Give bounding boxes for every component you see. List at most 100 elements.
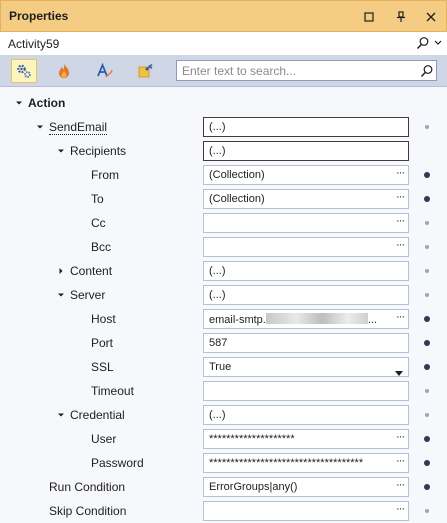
value-marker[interactable] <box>424 196 430 202</box>
value-field-server[interactable]: (...) <box>203 285 409 305</box>
property-label: Content <box>70 264 113 278</box>
property-label: Timeout <box>91 384 134 398</box>
search-icon[interactable] <box>420 64 434 78</box>
value-marker[interactable] <box>424 364 430 370</box>
value-field-host[interactable]: email-smtp.... ··· <box>203 309 409 329</box>
value-marker[interactable] <box>424 460 430 466</box>
property-label: Host <box>91 312 116 326</box>
value-text: (...) <box>209 265 226 277</box>
host-suffix: ... <box>367 314 378 326</box>
default-value-marker[interactable] <box>425 221 429 225</box>
chevron-down-icon[interactable] <box>433 36 443 50</box>
ellipsis-button[interactable]: ··· <box>396 239 405 251</box>
value-field-port[interactable]: 587 <box>203 333 409 353</box>
value-field-bcc[interactable]: ··· <box>203 237 409 257</box>
default-value-marker[interactable] <box>425 509 429 513</box>
value-marker[interactable] <box>424 484 430 490</box>
value-marker[interactable] <box>424 316 430 322</box>
events-fire-icon[interactable] <box>51 59 77 83</box>
value-text: 587 <box>209 337 228 349</box>
properties-gear-icon[interactable] <box>11 59 37 83</box>
value-field-to[interactable]: (Collection) ··· <box>203 189 409 209</box>
property-row-server[interactable]: Server (...) <box>0 283 447 307</box>
expand-arrow-icon[interactable] <box>55 264 67 278</box>
value-field-recipients[interactable]: (...) <box>203 141 409 161</box>
property-row-bcc[interactable]: Bcc ··· <box>0 235 447 259</box>
ellipsis-button[interactable]: ··· <box>396 431 405 443</box>
value-field-sendemail[interactable]: (...) <box>203 117 409 137</box>
ellipsis-button[interactable]: ··· <box>396 479 405 491</box>
default-value-marker[interactable] <box>425 389 429 393</box>
property-row-to[interactable]: To (Collection) ··· <box>0 187 447 211</box>
value-field-password[interactable]: ************************************ ··· <box>203 453 409 473</box>
pin-note-icon[interactable] <box>133 59 159 83</box>
value-marker[interactable] <box>424 340 430 346</box>
value-text: (Collection) <box>209 193 265 205</box>
object-name: Activity59 <box>8 37 60 51</box>
default-value-marker[interactable] <box>425 269 429 273</box>
maximize-icon[interactable] <box>359 7 379 27</box>
value-field-skip-condition[interactable]: ··· <box>203 501 409 521</box>
pin-icon[interactable] <box>391 7 411 27</box>
property-row-user[interactable]: User ******************** ··· <box>0 427 447 451</box>
expand-arrow-icon[interactable] <box>55 288 67 302</box>
default-value-marker[interactable] <box>425 125 429 129</box>
property-label: SSL <box>91 360 114 374</box>
expand-arrow-icon[interactable] <box>13 96 25 110</box>
property-label: Cc <box>91 216 106 230</box>
expand-arrow-icon[interactable] <box>55 408 67 422</box>
property-row-timeout[interactable]: Timeout <box>0 379 447 403</box>
search-box <box>176 60 437 81</box>
value-marker[interactable] <box>424 436 430 442</box>
value-field-timeout[interactable] <box>203 381 409 401</box>
value-field-ssl[interactable]: True <box>203 357 409 377</box>
default-value-marker[interactable] <box>425 293 429 297</box>
property-label: Bcc <box>91 240 112 254</box>
value-text: True <box>209 361 232 373</box>
font-a-icon[interactable] <box>92 59 118 83</box>
value-field-cc[interactable]: ··· <box>203 213 409 233</box>
property-row-credential[interactable]: Credential (...) <box>0 403 447 427</box>
value-field-run-condition[interactable]: ErrorGroups|any() ··· <box>203 477 409 497</box>
default-value-marker[interactable] <box>425 413 429 417</box>
ellipsis-button[interactable]: ··· <box>396 167 405 179</box>
expand-arrow-icon[interactable] <box>34 120 46 134</box>
search-icon[interactable] <box>416 36 430 50</box>
ellipsis-button[interactable]: ··· <box>396 311 405 323</box>
property-row-host[interactable]: Host email-smtp.... ··· <box>0 307 447 331</box>
property-label: Credential <box>70 408 125 422</box>
ellipsis-button[interactable]: ··· <box>396 191 405 203</box>
property-row-from[interactable]: From (Collection) ··· <box>0 163 447 187</box>
value-text: (...) <box>209 409 226 421</box>
property-row-sendemail[interactable]: SendEmail (...) <box>0 115 447 139</box>
value-field-user[interactable]: ******************** ··· <box>203 429 409 449</box>
category-row-action[interactable]: Action <box>0 91 447 115</box>
ellipsis-button[interactable]: ··· <box>396 455 405 467</box>
property-label: Server <box>70 288 106 302</box>
search-input[interactable] <box>177 61 417 80</box>
value-field-content[interactable]: (...) <box>203 261 409 281</box>
object-selector[interactable]: Activity59 <box>0 32 447 56</box>
host-visible-text: email-smtp. <box>209 314 266 326</box>
close-icon[interactable] <box>421 7 441 27</box>
property-row-ssl[interactable]: SSL True <box>0 355 447 379</box>
value-text: (...) <box>209 289 226 301</box>
property-row-skip-condition[interactable]: Skip Condition ··· <box>0 499 447 523</box>
ellipsis-button[interactable]: ··· <box>396 215 405 227</box>
property-row-password[interactable]: Password *******************************… <box>0 451 447 475</box>
chevron-down-icon[interactable] <box>395 365 403 376</box>
default-value-marker[interactable] <box>425 245 429 249</box>
property-row-port[interactable]: Port 587 <box>0 331 447 355</box>
value-text: ErrorGroups|any() <box>209 481 298 493</box>
value-field-credential[interactable]: (...) <box>203 405 409 425</box>
ellipsis-button[interactable]: ··· <box>396 503 405 515</box>
property-row-recipients[interactable]: Recipients (...) <box>0 139 447 163</box>
value-field-from[interactable]: (Collection) ··· <box>203 165 409 185</box>
property-row-cc[interactable]: Cc ··· <box>0 211 447 235</box>
value-text: ************************************ <box>209 457 364 469</box>
property-row-content[interactable]: Content (...) <box>0 259 447 283</box>
properties-titlebar: Properties <box>0 0 447 32</box>
expand-arrow-icon[interactable] <box>55 144 67 158</box>
value-marker[interactable] <box>424 172 430 178</box>
property-row-run-condition[interactable]: Run Condition ErrorGroups|any() ··· <box>0 475 447 499</box>
